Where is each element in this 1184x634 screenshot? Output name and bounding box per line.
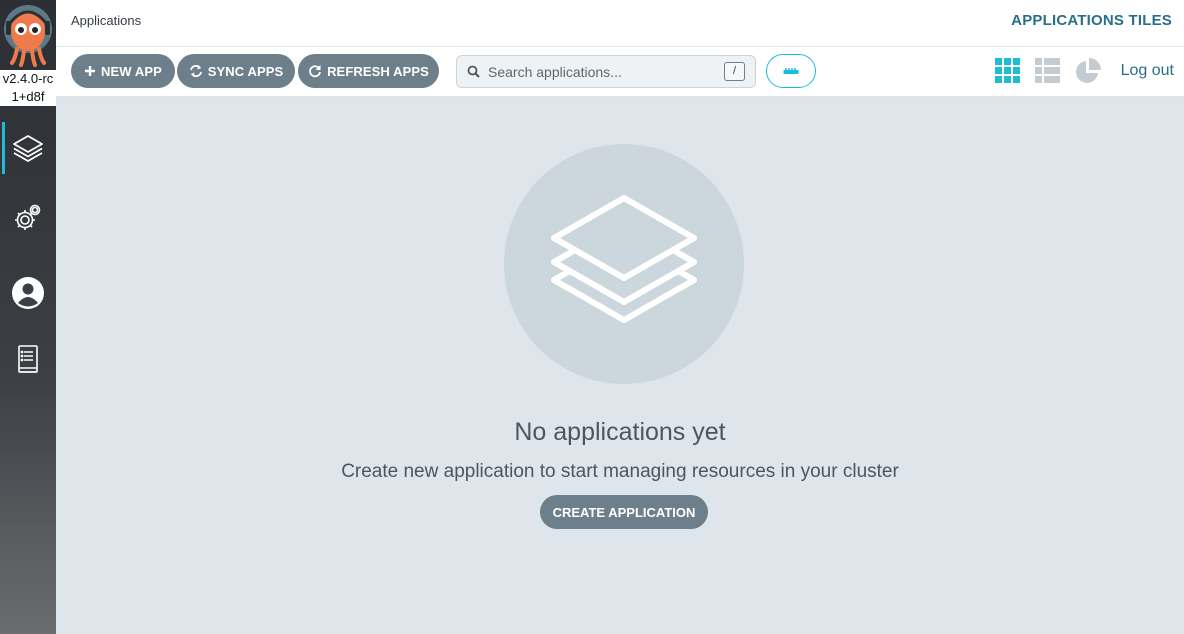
toolbar: NEW APP SYNC APPS REFRESH APPS / <box>56 47 1184 97</box>
empty-state-illustration <box>504 144 744 384</box>
search-icon <box>467 65 480 78</box>
top-bar: Applications APPLICATIONS TILES <box>56 0 1184 47</box>
argo-logo-icon[interactable] <box>2 3 54 67</box>
logout-link[interactable]: Log out <box>1121 62 1174 80</box>
list-view-icon[interactable] <box>1035 58 1060 83</box>
refresh-icon <box>309 65 321 78</box>
page-title: APPLICATIONS TILES <box>1011 12 1172 29</box>
gears-icon <box>15 204 41 230</box>
plus-icon <box>85 66 96 76</box>
sidebar-item-settings[interactable] <box>0 192 56 244</box>
sync-apps-label: SYNC APPS <box>207 63 284 79</box>
empty-state-title: No applications yet <box>514 418 726 446</box>
refresh-apps-button[interactable]: REFRESH APPS <box>298 54 439 88</box>
new-app-label: NEW APP <box>101 63 162 79</box>
ruler-icon <box>783 68 799 74</box>
pie-chart-icon[interactable] <box>1075 58 1101 84</box>
empty-state-subtitle: Create new application to start managing… <box>341 461 899 482</box>
sync-apps-button[interactable]: SYNC APPS <box>177 54 295 88</box>
sidebar: v2.4.0-rc1+d8f <box>0 0 56 634</box>
sidebar-item-user-info[interactable] <box>0 267 56 319</box>
new-app-button[interactable]: NEW APP <box>71 54 175 88</box>
version-label: v2.4.0-rc1+d8f <box>0 70 56 106</box>
sidebar-item-applications[interactable] <box>0 122 56 174</box>
search-input[interactable] <box>488 63 713 80</box>
layers-icon <box>13 135 43 162</box>
sidebar-item-documentation[interactable] <box>0 334 56 386</box>
search-shortcut-hint: / <box>724 62 745 81</box>
user-circle-icon <box>12 277 44 309</box>
tiles-view-icon[interactable] <box>995 58 1020 83</box>
layers-icon <box>551 194 697 323</box>
filter-button[interactable] <box>766 54 816 88</box>
book-icon <box>18 345 38 373</box>
search-box[interactable]: / <box>456 55 756 88</box>
sync-icon <box>189 65 202 77</box>
breadcrumb[interactable]: Applications <box>71 13 141 28</box>
refresh-apps-label: REFRESH APPS <box>327 63 429 79</box>
create-application-button[interactable]: CREATE APPLICATION <box>540 495 708 529</box>
